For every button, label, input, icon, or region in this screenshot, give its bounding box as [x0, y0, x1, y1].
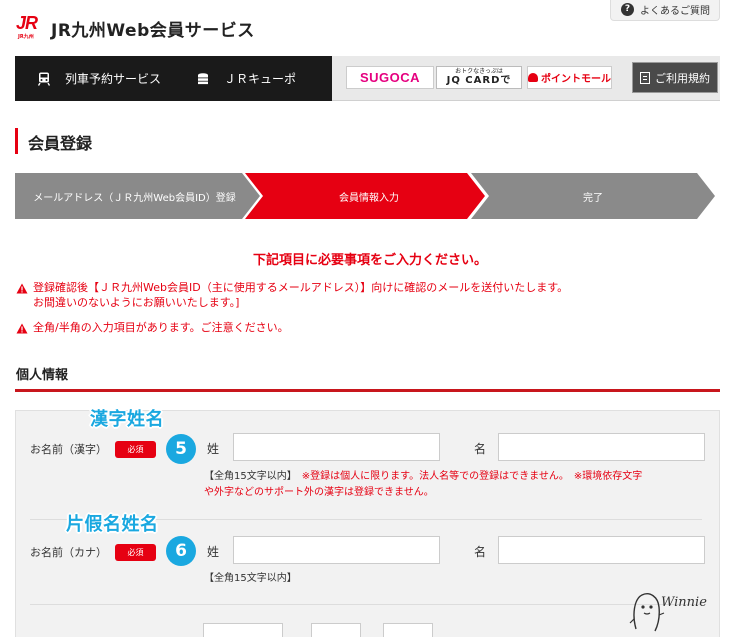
document-icon — [640, 71, 650, 84]
first-name-kana-input[interactable] — [498, 536, 705, 564]
last-name-label: 姓 — [207, 545, 220, 559]
nav-item-train-reservation[interactable]: 列車予約サービス — [37, 56, 161, 101]
terms-button[interactable]: ご利用規約 — [632, 62, 718, 93]
ghost-doodle-icon — [629, 593, 665, 632]
nav-item-label: ＪＲキューポ — [224, 72, 297, 86]
jq-card-tagline: おトクなきっぷは — [455, 68, 503, 75]
name-kanji-label: お名前（漢字） — [30, 443, 107, 456]
warning-icon — [16, 283, 28, 294]
first-name-label: 名 — [474, 442, 487, 456]
logo-sub-text: JR九州 — [18, 34, 34, 40]
site-title: JR九州Web会員サービス — [51, 21, 255, 41]
jq-card-label: JQ CARDで — [446, 75, 512, 86]
faq-label: よくあるご質問 — [640, 5, 710, 17]
hint-env-dependent: ※環境依存文字 — [573, 471, 643, 482]
sugoca-banner[interactable]: SUGOCA — [346, 66, 434, 89]
terms-label: ご利用規約 — [655, 71, 710, 85]
watermark: Winnie — [628, 585, 740, 637]
required-badge: 必須 — [115, 544, 156, 561]
nav-item-label: 列車予約サービス — [65, 72, 162, 86]
hint-individual-only: ※登録は個人に限ります。法人名等での登録はできません。 — [301, 471, 564, 482]
warning-icon — [16, 323, 28, 334]
main-notice: 下記項目に必要事項をご入力ください。 — [252, 253, 487, 268]
warning-text: 全角/半角の入力項目があります。ご注意ください。 — [33, 321, 289, 334]
progress-steps: メールアドレス（ＪＲ九州Web会員ID）登録 会員情報入力 完了 — [15, 173, 715, 219]
next-row-input[interactable] — [383, 623, 433, 637]
train-icon — [37, 72, 51, 86]
row-divider — [30, 604, 702, 605]
section-divider — [15, 389, 720, 392]
warning-text-line: 登録確認後【ＪＲ九州Web会員ID（主に使用するメールアドレス）】向けに確認のメ… — [33, 281, 569, 294]
name-kanji-hint: 【全角15文字以内】 ※登録は個人に限ります。法人名等での登録はできません。 ※… — [204, 469, 642, 501]
last-name-kana-input[interactable] — [233, 536, 440, 564]
step-member-info: 会員情報入力 — [245, 173, 485, 219]
next-row-input[interactable] — [311, 623, 361, 637]
point-mall-icon — [528, 73, 538, 82]
jr-kyushu-logo[interactable]: JR JR九州 — [16, 13, 42, 40]
last-name-label: 姓 — [207, 442, 220, 456]
warning-text-line: お間違いのないようにお願いいたします。] — [33, 296, 240, 309]
last-name-kanji-input[interactable] — [233, 433, 440, 461]
annotation-kana-name: 片假名姓名 — [66, 514, 159, 535]
annotation-kanji-name: 漢字姓名 — [90, 409, 164, 430]
nav-item-jr-qupo[interactable]: ＪＲキューポ — [196, 56, 296, 101]
coin-stack-icon — [196, 72, 210, 86]
warning-character-width: 全角/半角の入力項目があります。ご注意ください。 — [16, 320, 716, 335]
next-row-input[interactable] — [203, 623, 283, 637]
page-title-accent — [15, 128, 18, 154]
step-email-registration: メールアドレス（ＪＲ九州Web会員ID）登録 — [15, 173, 260, 219]
watermark-text: Winnie — [661, 595, 707, 610]
step-number-badge: 6 — [166, 536, 196, 566]
step-complete: 完了 — [471, 173, 715, 219]
step-number-badge: 5 — [166, 434, 196, 464]
hint-length: 【全角15文字以内】 — [204, 471, 292, 482]
question-icon: ? — [621, 2, 634, 16]
first-name-kanji-input[interactable] — [498, 433, 705, 461]
first-name-label: 名 — [474, 545, 487, 559]
jq-card-banner[interactable]: おトクなきっぷは JQ CARDで — [436, 66, 522, 89]
section-heading-personal-info: 個人情報 — [16, 368, 69, 383]
name-kana-label: お名前（カナ） — [30, 546, 107, 559]
name-kana-hint: 【全角15文字以内】 — [204, 573, 297, 584]
page-title: 会員登録 — [28, 134, 93, 153]
warning-email-confirmation: 登録確認後【ＪＲ九州Web会員ID（主に使用するメールアドレス）】向けに確認のメ… — [16, 280, 716, 310]
faq-button[interactable]: ? よくあるご質問 — [610, 0, 720, 21]
point-mall-banner[interactable]: ポイントモール — [527, 66, 612, 89]
hint-unsupported-kanji: や外字などのサポート外の漢字は登録できません。 — [204, 487, 434, 498]
point-mall-label: ポイントモール — [541, 74, 611, 85]
main-nav: 列車予約サービス ＪＲキューポ SUGOCA おトクなきっぷは JQ CARDで… — [15, 56, 720, 101]
required-badge: 必須 — [115, 441, 156, 458]
logo-mark: JR — [16, 13, 38, 33]
site-header: JR JR九州 JR九州Web会員サービス ? よくあるご質問 — [0, 0, 740, 56]
